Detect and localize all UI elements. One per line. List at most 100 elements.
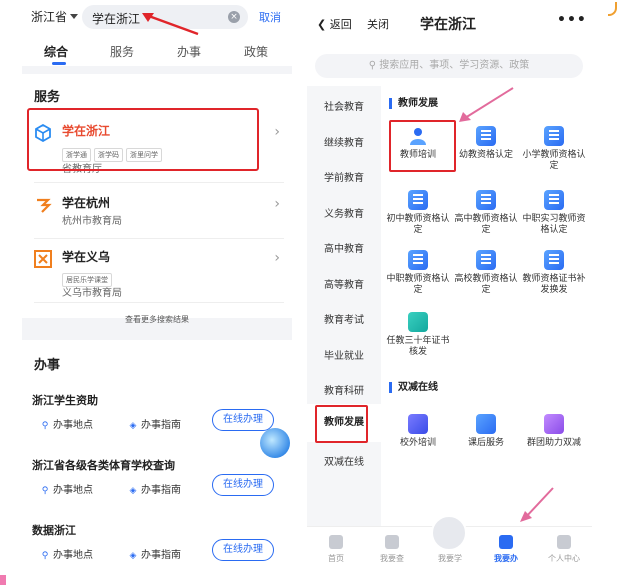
certificate-icon bbox=[476, 190, 496, 210]
sidebar-item[interactable]: 社会教育 bbox=[307, 98, 381, 113]
tab-all[interactable]: 综合 bbox=[44, 43, 68, 60]
guide-button[interactable]: ◈ 办事指南 bbox=[128, 481, 181, 496]
app-label: 初中教师资格认定 bbox=[386, 214, 450, 235]
chevron-right-icon: › bbox=[274, 124, 280, 140]
clear-icon[interactable]: × bbox=[228, 11, 240, 23]
sidebar-item[interactable]: 继续教育 bbox=[307, 134, 381, 149]
more-results-link[interactable]: 查看更多搜索结果 bbox=[22, 314, 292, 325]
sidebar-item[interactable]: 教育考试 bbox=[307, 311, 381, 326]
annotation-arrow-icon bbox=[142, 13, 199, 36]
category-sidebar: 社会教育 继续教育 学前教育 义务教育 高中教育 高等教育 教育考试 毕业就业 … bbox=[307, 86, 381, 526]
services-title: 服务 bbox=[34, 90, 61, 105]
app-search-input[interactable]: ⚲ 搜索应用、事项、学习资源、政策 bbox=[315, 54, 583, 78]
service-org: 义乌市教育局 bbox=[62, 288, 122, 299]
back-button[interactable]: ❮ 返回 bbox=[317, 16, 352, 32]
app-item[interactable]: 幼教资格认定 bbox=[451, 126, 521, 161]
app-label: 中职教师资格认定 bbox=[386, 274, 450, 295]
online-handle-button[interactable]: 在线办理 bbox=[212, 539, 274, 561]
bottom-nav: 首页 我要查 我要学 我要办 个人中心 bbox=[307, 515, 592, 570]
certificate-icon bbox=[476, 250, 496, 270]
affairs-title: 办事 bbox=[34, 358, 61, 373]
sidebar-item[interactable]: 学前教育 bbox=[307, 169, 381, 184]
app-item[interactable]: 任教三十年证书核发 bbox=[383, 312, 453, 358]
app-item[interactable]: 小学教师资格认定 bbox=[519, 126, 589, 172]
decoration-mark bbox=[608, 2, 617, 16]
tab-policy[interactable]: 政策 bbox=[244, 43, 268, 60]
tab-services[interactable]: 服务 bbox=[110, 43, 134, 60]
compass-icon: ◈ bbox=[129, 421, 137, 431]
app-label: 高中教师资格认定 bbox=[454, 214, 518, 235]
app-item[interactable]: 高中教师资格认定 bbox=[451, 190, 521, 236]
service-name: 学在义乌 bbox=[62, 250, 111, 264]
location-pin-icon: ⚲ bbox=[41, 421, 49, 431]
app-label: 高校教师资格认定 bbox=[454, 274, 518, 295]
person-icon bbox=[557, 535, 571, 549]
service-item-xuezaiyiwu[interactable]: 学在义乌 居民乐学课堂 义乌市教育局 › bbox=[22, 248, 292, 299]
nav-profile[interactable]: 个人中心 bbox=[539, 535, 589, 564]
nav-handle[interactable]: 我要办 bbox=[481, 535, 531, 564]
location-button[interactable]: ⚲ 办事地点 bbox=[40, 546, 93, 561]
online-handle-button[interactable]: 在线办理 bbox=[212, 409, 274, 431]
app-header: ❮ 返回 关闭 学在浙江 ••• bbox=[307, 0, 592, 46]
service-org: 杭州市教育局 bbox=[62, 216, 122, 227]
service-item-xuezaihangzhou[interactable]: 学在杭州 杭州市教育局 › bbox=[22, 194, 292, 234]
sidebar-item[interactable]: 高等教育 bbox=[307, 276, 381, 291]
sidebar-item[interactable]: 高中教育 bbox=[307, 240, 381, 255]
annotation-arrow-icon bbox=[459, 87, 514, 122]
assistant-ball-icon[interactable] bbox=[260, 428, 290, 458]
app-item[interactable]: 群团助力双减 bbox=[519, 414, 589, 449]
affair-name: 浙江省各级各类体育学校查询 bbox=[32, 459, 175, 472]
handle-icon bbox=[499, 535, 513, 549]
app-label: 校外培训 bbox=[399, 438, 436, 448]
offcampus-training-icon bbox=[408, 414, 428, 434]
divider bbox=[34, 238, 284, 239]
section-title: 教师发展 bbox=[389, 98, 438, 109]
app-item[interactable]: 中职实习教师资格认定 bbox=[519, 190, 589, 236]
yiwu-logo-icon bbox=[34, 250, 52, 268]
location-pin-icon: ⚲ bbox=[41, 486, 49, 496]
app-item[interactable]: 课后服务 bbox=[451, 414, 521, 449]
location-button[interactable]: ⚲ 办事地点 bbox=[40, 416, 93, 431]
app-item[interactable]: 初中教师资格认定 bbox=[383, 190, 453, 236]
result-tabs: 综合 服务 办事 政策 bbox=[22, 36, 292, 66]
nav-home[interactable]: 首页 bbox=[311, 535, 361, 564]
location-button[interactable]: ⚲ 办事地点 bbox=[40, 481, 93, 496]
app-label: 中职实习教师资格认定 bbox=[522, 214, 586, 235]
home-icon bbox=[329, 535, 343, 549]
app-label: 教师资格证书补发换发 bbox=[522, 274, 586, 295]
app-item[interactable]: 中职教师资格认定 bbox=[383, 250, 453, 296]
chevron-right-icon: › bbox=[274, 196, 280, 212]
book-icon bbox=[476, 414, 496, 434]
more-menu-icon[interactable]: ••• bbox=[557, 12, 587, 28]
monitor-icon bbox=[408, 312, 428, 332]
guide-button[interactable]: ◈ 办事指南 bbox=[128, 546, 181, 561]
region-selector[interactable]: 浙江省 bbox=[31, 8, 79, 25]
certificate-icon bbox=[408, 250, 428, 270]
guide-button[interactable]: ◈ 办事指南 bbox=[128, 416, 181, 431]
tab-affairs[interactable]: 办事 bbox=[177, 43, 201, 60]
sidebar-item[interactable]: 双减在线 bbox=[307, 453, 381, 468]
learn-center-icon[interactable] bbox=[431, 515, 467, 551]
app-label: 任教三十年证书核发 bbox=[386, 336, 450, 357]
app-item[interactable]: 教师资格证书补发换发 bbox=[519, 250, 589, 296]
online-handle-button[interactable]: 在线办理 bbox=[212, 474, 274, 496]
affair-item: 数据浙江 ⚲ 办事地点 ◈ 办事指南 在线办理 bbox=[22, 522, 292, 566]
search-icon bbox=[385, 535, 399, 549]
app-item[interactable]: 校外培训 bbox=[383, 414, 453, 449]
app-item[interactable]: 高校教师资格认定 bbox=[451, 250, 521, 296]
sidebar-item[interactable]: 教育科研 bbox=[307, 382, 381, 397]
left-phone-screen: 浙江省 学在浙江 × 取消 综合 服务 办事 政策 服务 学在浙江 浙学通 浙学码… bbox=[22, 0, 292, 588]
sidebar-item[interactable]: 义务教育 bbox=[307, 205, 381, 220]
affair-item: 浙江学生资助 ⚲ 办事地点 ◈ 办事指南 在线办理 bbox=[22, 392, 292, 436]
close-button[interactable]: 关闭 bbox=[367, 16, 389, 32]
search-input-value: 学在浙江 bbox=[92, 12, 141, 26]
location-pin-icon: ⚲ bbox=[41, 551, 49, 561]
app-label: 幼教资格认定 bbox=[458, 150, 513, 160]
nav-query[interactable]: 我要查 bbox=[367, 535, 417, 564]
app-label: 群团助力双减 bbox=[526, 438, 581, 448]
certificate-reissue-icon bbox=[544, 250, 564, 270]
sidebar-item[interactable]: 毕业就业 bbox=[307, 347, 381, 362]
compass-icon: ◈ bbox=[129, 486, 137, 496]
cancel-button[interactable]: 取消 bbox=[259, 9, 281, 25]
page-title: 学在浙江 bbox=[420, 17, 476, 33]
